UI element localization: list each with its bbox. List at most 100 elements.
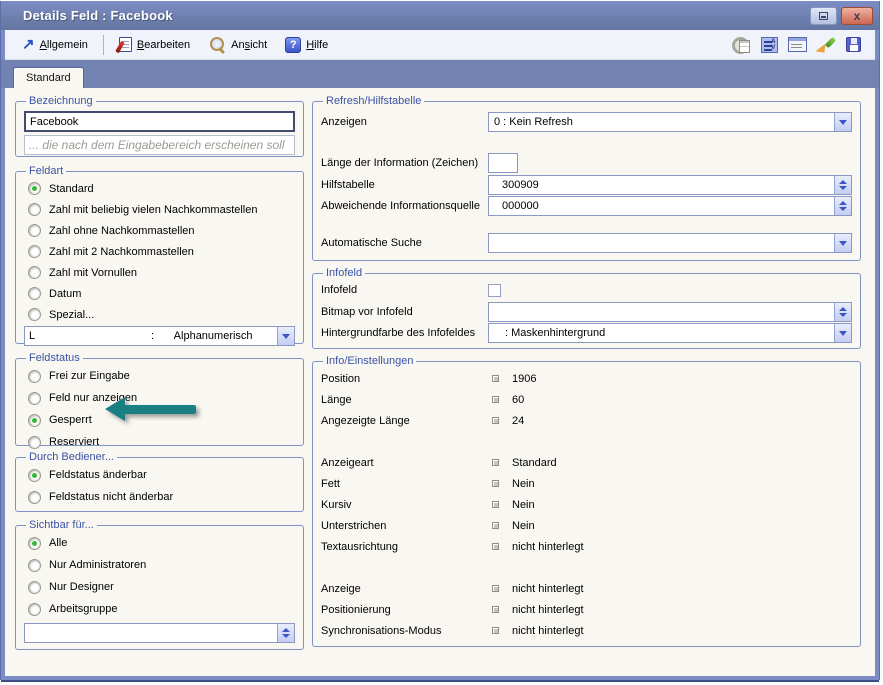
radio-option-nur-designer[interactable]: Nur Designer xyxy=(24,576,295,598)
chevron-down-icon[interactable] xyxy=(277,327,294,345)
info-row-angezeigte-laenge: Angezeigte Länge 24 xyxy=(321,410,852,431)
square-bullet-icon xyxy=(492,396,499,403)
radio-icon[interactable] xyxy=(28,370,41,383)
laenge-information-input[interactable] xyxy=(488,153,518,173)
chevron-down-icon[interactable] xyxy=(834,113,851,131)
hilfstabelle-row: Hilfstabelle 300909 xyxy=(321,175,852,195)
dialog-content: Bezeichnung Feldart Standard Zahl mit be… xyxy=(5,88,875,650)
group-infofeld-legend: Infofeld xyxy=(323,267,365,279)
abweichende-quelle-spinner-field[interactable]: 000000 xyxy=(488,196,852,216)
info-row-anzeigeart: Anzeigeart Standard xyxy=(321,452,852,473)
group-sichtbar-fuer: Sichtbar für... Alle Nur Administratoren… xyxy=(15,519,304,650)
radio-icon[interactable] xyxy=(28,203,41,216)
info-value: nicht hinterlegt xyxy=(512,604,584,616)
radio-label: Feldstatus nicht änderbar xyxy=(49,491,173,503)
radio-icon[interactable] xyxy=(28,581,41,594)
radio-option-vornullen[interactable]: Zahl mit Vornullen xyxy=(24,262,295,283)
info-row-positionierung: Positionierung nicht hinterlegt xyxy=(321,599,852,620)
group-feldart: Feldart Standard Zahl mit beliebig viele… xyxy=(15,165,304,344)
laenge-information-label: Länge der Information (Zeichen) xyxy=(321,157,488,169)
spinner-updown-icon[interactable] xyxy=(834,303,851,321)
arrow-ne-icon: ↗ xyxy=(22,38,35,52)
radio-option-gesperrt[interactable]: Gesperrt xyxy=(24,409,295,431)
menu-allgemein[interactable]: ↗ Allgemein xyxy=(15,35,95,55)
laenge-information-row: Länge der Information (Zeichen) xyxy=(321,153,852,173)
window-form-button[interactable] xyxy=(785,34,809,56)
info-value: 24 xyxy=(512,415,524,427)
radio-icon[interactable] xyxy=(28,266,41,279)
menu-hilfe[interactable]: ? Hilfe xyxy=(278,34,335,56)
group-info-einstellungen: Info/Einstellungen Position 1906 Länge 6… xyxy=(312,355,861,647)
titlebar[interactable]: Details Feld : Facebook x xyxy=(1,1,879,30)
radio-option-zahl-beliebig[interactable]: Zahl mit beliebig vielen Nachkommastelle… xyxy=(24,199,295,220)
hintergrundfarbe-value: : Maskenhintergrund xyxy=(489,324,834,342)
square-bullet-icon xyxy=(492,375,499,382)
radio-option-alle[interactable]: Alle xyxy=(24,532,295,554)
radio-icon[interactable] xyxy=(28,559,41,572)
abweichende-quelle-value: 000000 xyxy=(489,197,834,215)
minimize-button[interactable] xyxy=(810,7,837,25)
square-bullet-icon xyxy=(492,543,499,550)
radio-option-spezial[interactable]: Spezial... xyxy=(24,304,295,325)
hintergrundfarbe-combobox[interactable]: : Maskenhintergrund xyxy=(488,323,852,343)
automatische-suche-combobox[interactable] xyxy=(488,233,852,253)
info-value: nicht hinterlegt xyxy=(512,583,584,595)
radio-icon[interactable] xyxy=(28,245,41,258)
radio-option-arbeitsgruppe[interactable]: Arbeitsgruppe xyxy=(24,598,295,620)
radio-label: Zahl mit beliebig vielen Nachkommastelle… xyxy=(49,204,257,216)
bezeichnung-hint-input[interactable] xyxy=(24,135,295,155)
menu-bearbeiten[interactable]: Bearbeiten xyxy=(112,34,197,55)
spinner-updown-icon[interactable] xyxy=(834,176,851,194)
save-button[interactable] xyxy=(841,34,865,56)
info-row-fett: Fett Nein xyxy=(321,473,852,494)
radio-label: Feldstatus änderbar xyxy=(49,469,147,481)
radio-icon[interactable] xyxy=(28,224,41,237)
square-bullet-icon xyxy=(492,627,499,634)
radio-option-reserviert[interactable]: Reserviert xyxy=(24,431,295,453)
tab-standard[interactable]: Standard xyxy=(13,67,84,88)
feldart-type-combobox[interactable]: L : Alphanumerisch xyxy=(24,326,295,346)
radio-option-zahl-2[interactable]: Zahl mit 2 Nachkommastellen xyxy=(24,241,295,262)
stamp-log-button[interactable] xyxy=(729,34,753,56)
close-icon: x xyxy=(854,9,861,23)
radio-icon[interactable] xyxy=(28,182,41,195)
infofeld-checkbox[interactable] xyxy=(488,284,501,297)
radio-icon[interactable] xyxy=(28,603,41,616)
radio-option-zahl-ohne[interactable]: Zahl ohne Nachkommastellen xyxy=(24,220,295,241)
radio-icon[interactable] xyxy=(28,414,41,427)
radio-option-feldstatus-aenderbar[interactable]: Feldstatus änderbar xyxy=(24,464,295,486)
radio-icon[interactable] xyxy=(28,491,41,504)
spinner-updown-icon[interactable] xyxy=(277,624,294,642)
radio-icon[interactable] xyxy=(28,469,41,482)
chevron-down-icon[interactable] xyxy=(834,234,851,252)
radio-option-nur-administratoren[interactable]: Nur Administratoren xyxy=(24,554,295,576)
hilfstabelle-spinner-field[interactable]: 300909 xyxy=(488,175,852,195)
window-title: Details Feld : Facebook xyxy=(23,8,173,23)
radio-option-frei-zur-eingabe[interactable]: Frei zur Eingabe xyxy=(24,365,295,387)
radio-icon[interactable] xyxy=(28,287,41,300)
group-durch-bediener: Durch Bediener... Feldstatus änderbar Fe… xyxy=(15,451,304,512)
radio-option-datum[interactable]: Datum xyxy=(24,283,295,304)
sort-az-icon xyxy=(761,37,778,53)
chevron-down-icon[interactable] xyxy=(834,324,851,342)
sort-az-button[interactable] xyxy=(757,34,781,56)
arbeitsgruppe-spinner-field[interactable] xyxy=(24,623,295,643)
radio-option-feld-nur-anzeigen[interactable]: Feld nur anzeigen xyxy=(24,387,295,409)
group-refresh-legend: Refresh/Hilfstabelle xyxy=(323,95,424,107)
radio-icon[interactable] xyxy=(28,392,41,405)
close-button[interactable]: x xyxy=(841,7,873,25)
bezeichnung-input[interactable] xyxy=(24,111,295,132)
right-column: Refresh/Hilfstabelle Anzeigen 0 : Kein R… xyxy=(312,95,861,650)
save-icon xyxy=(846,37,861,52)
info-row-unterstrichen: Unterstrichen Nein xyxy=(321,515,852,536)
radio-icon[interactable] xyxy=(28,308,41,321)
radio-option-feldstatus-nicht-aenderbar[interactable]: Feldstatus nicht änderbar xyxy=(24,486,295,508)
paintbrush-button[interactable] xyxy=(813,34,837,56)
radio-icon[interactable] xyxy=(28,537,41,550)
radio-icon[interactable] xyxy=(28,436,41,449)
radio-option-standard[interactable]: Standard xyxy=(24,178,295,199)
bitmap-spinner-field[interactable] xyxy=(488,302,852,322)
anzeigen-combobox[interactable]: 0 : Kein Refresh xyxy=(488,112,852,132)
menu-ansicht[interactable]: Ansicht xyxy=(201,33,274,56)
spinner-updown-icon[interactable] xyxy=(834,197,851,215)
